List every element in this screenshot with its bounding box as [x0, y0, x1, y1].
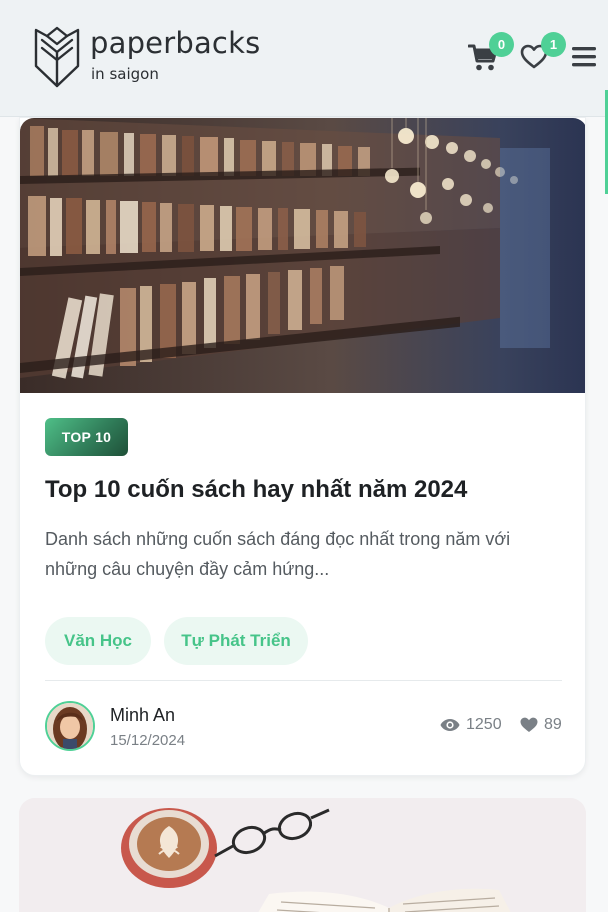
category-chip-van-hoc[interactable]: Văn Học	[45, 617, 151, 665]
author-avatar-image	[47, 703, 93, 749]
site-header: paperbacks in saigon 0 1	[0, 0, 608, 117]
post-title[interactable]: Top 10 cuốn sách hay nhất năm 2024	[45, 476, 565, 504]
brand-name: paperbacks	[90, 26, 261, 60]
post-badge: TOP 10	[45, 418, 128, 456]
menu-button[interactable]	[572, 46, 596, 68]
like-count-value: 89	[544, 716, 562, 733]
category-chip-tu-phat-trien[interactable]: Tự Phát Triển	[164, 617, 308, 665]
post-date: 15/12/2024	[110, 732, 186, 749]
wishlist-count-badge: 1	[541, 32, 566, 57]
post-cover-image	[20, 118, 585, 393]
cart-button[interactable]: 0	[467, 32, 514, 74]
menu-icon	[572, 47, 596, 67]
heart-icon	[520, 717, 538, 732]
view-count: 1250	[440, 716, 502, 734]
wishlist-button[interactable]: 1	[520, 32, 566, 74]
like-count[interactable]: 89	[520, 716, 562, 734]
blog-post-card[interactable]: TOP 10 Top 10 cuốn sách hay nhất năm 202…	[19, 117, 586, 776]
brand-tagline: in saigon	[91, 65, 159, 83]
next-post-card[interactable]	[19, 798, 586, 912]
book-logo-icon	[34, 26, 80, 88]
eye-icon	[440, 719, 460, 731]
avatar[interactable]	[45, 701, 95, 751]
cart-count-badge: 0	[489, 32, 514, 57]
view-count-value: 1250	[466, 716, 502, 733]
brand-logo[interactable]: paperbacks in saigon	[34, 24, 274, 90]
next-post-cover-image	[19, 798, 586, 912]
card-divider	[45, 680, 562, 681]
author-name[interactable]: Minh An	[110, 705, 175, 726]
post-excerpt: Danh sách những cuốn sách đáng đọc nhất …	[45, 529, 511, 579]
